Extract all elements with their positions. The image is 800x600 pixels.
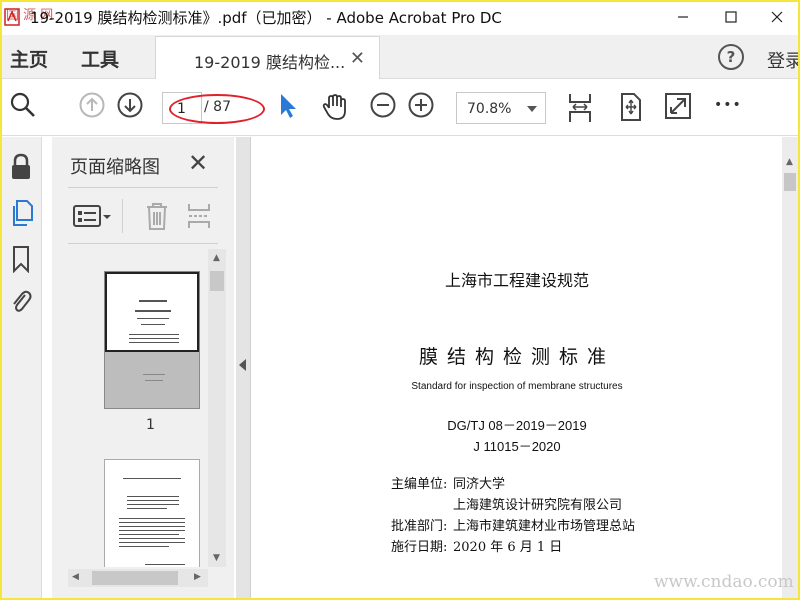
attachment-icon[interactable] <box>10 287 32 315</box>
document-view: 上海市工程建设规范 膜结构检测标准 Standard for inspectio… <box>250 137 782 598</box>
tab-tools[interactable]: 工具 <box>81 45 119 72</box>
scrollbar-thumb[interactable] <box>210 271 224 291</box>
toolbar: 1 / 87 70.8% ••• <box>2 80 798 136</box>
close-icon <box>771 11 783 23</box>
doc-series-heading: 上海市工程建设规范 <box>444 271 589 290</box>
doc-editor-label: 主编单位: <box>391 477 448 492</box>
minimize-icon <box>678 16 688 18</box>
thumbnail-options-icon[interactable] <box>72 203 112 229</box>
doc-date-label: 施行日期: <box>391 540 448 555</box>
scroll-left-icon[interactable]: ◀ <box>72 572 79 582</box>
close-tab-icon[interactable]: ✕ <box>350 48 365 69</box>
zoom-dropdown[interactable]: 70.8% <box>456 92 546 124</box>
thumbnail-page-content <box>105 272 199 352</box>
tab-document[interactable]: 19-2019 膜结构检... ✕ <box>155 36 380 79</box>
red-annotation-ellipse <box>169 94 265 124</box>
collapse-panel-button[interactable] <box>236 137 250 598</box>
search-icon[interactable] <box>10 92 36 118</box>
more-options-icon[interactable]: ••• <box>714 97 742 113</box>
site-watermark: www.cndao.com <box>654 572 794 592</box>
maximize-button[interactable] <box>708 2 754 32</box>
doc-standard-code: DG/TJ 08－2019－2019 <box>447 418 587 433</box>
close-window-button[interactable] <box>754 2 798 32</box>
toolbar-separator <box>122 199 123 233</box>
scroll-up-icon[interactable]: ▲ <box>213 253 220 263</box>
hand-tool-icon[interactable] <box>320 92 350 122</box>
select-cursor-icon[interactable] <box>278 92 298 120</box>
document-scrollbar[interactable]: ▲ <box>782 137 798 598</box>
previous-page-icon[interactable] <box>79 92 105 118</box>
close-panel-icon[interactable]: ✕ <box>188 149 208 177</box>
doc-editor-2: 上海建筑设计研究院有限公司 <box>453 498 623 513</box>
window-title: 19-2019 膜结构检测标准》.pdf（已加密） - Adobe Acroba… <box>30 9 502 27</box>
page-thumbnail-1[interactable] <box>104 271 200 409</box>
fit-width-icon[interactable] <box>567 92 593 124</box>
doc-date: 2020 年 6 月 1 日 <box>453 540 563 555</box>
doc-approver-label: 批准部门: <box>391 519 448 534</box>
title-bar: 国 源 网 19-2019 膜结构检测标准》.pdf（已加密） - Adobe … <box>2 2 798 32</box>
zoom-in-icon[interactable] <box>408 92 434 118</box>
chevron-left-icon <box>239 359 246 371</box>
next-page-icon[interactable] <box>117 92 143 118</box>
panel-divider <box>68 187 218 188</box>
page-thumbnails-icon[interactable] <box>10 199 34 227</box>
doc-record-code: J 11015－2020 <box>473 439 561 454</box>
thumbnail-page-number: 1 <box>146 417 155 433</box>
doc-english-title: Standard for inspection of membrane stru… <box>411 381 623 392</box>
acrobat-window: 国 源 网 19-2019 膜结构检测标准》.pdf（已加密） - Adobe … <box>2 2 798 598</box>
page-thumbnail-2[interactable] <box>104 459 200 567</box>
left-tool-strip <box>2 137 42 598</box>
login-link[interactable]: 登录 <box>767 47 798 73</box>
thumbnails-panel: 页面缩略图 ✕ 1 ▲ ▼ ◀ ▶ <box>52 137 234 598</box>
doc-approver: 上海市建筑建材业市场管理总站 <box>453 519 636 534</box>
panel-divider <box>68 243 218 244</box>
full-screen-icon[interactable] <box>664 92 692 120</box>
trash-icon[interactable] <box>144 201 170 231</box>
thumbnail-horizontal-scrollbar[interactable]: ◀ ▶ <box>68 569 208 587</box>
thumbnail-vertical-scrollbar[interactable]: ▲ ▼ <box>208 249 226 567</box>
zoom-value: 70.8% <box>467 101 512 117</box>
chevron-down-icon <box>527 106 537 112</box>
minimize-button[interactable] <box>660 2 706 32</box>
tab-row: 主页 工具 19-2019 膜结构检... ✕ ? 登录 <box>2 35 798 79</box>
thumbnail-list: 1 <box>68 249 206 567</box>
panel-title: 页面缩略图 <box>70 157 160 178</box>
insert-page-icon[interactable] <box>186 201 212 231</box>
scroll-down-icon[interactable]: ▼ <box>213 553 220 563</box>
scrollbar-thumb[interactable] <box>92 571 178 585</box>
tab-home[interactable]: 主页 <box>10 45 48 72</box>
scrollbar-thumb[interactable] <box>784 173 796 191</box>
lock-icon[interactable] <box>10 153 32 181</box>
scroll-up-icon[interactable]: ▲ <box>786 157 793 167</box>
doc-title: 膜结构检测标准 <box>418 346 615 368</box>
help-icon[interactable]: ? <box>718 44 744 70</box>
document-tab-label: 19-2019 膜结构检... <box>194 53 346 72</box>
doc-editor-1: 同济大学 <box>453 477 506 492</box>
bookmark-icon[interactable] <box>10 245 32 273</box>
zoom-out-icon[interactable] <box>370 92 396 118</box>
scroll-right-icon[interactable]: ▶ <box>194 572 201 582</box>
maximize-icon <box>725 11 737 23</box>
fit-page-icon[interactable] <box>617 92 643 122</box>
